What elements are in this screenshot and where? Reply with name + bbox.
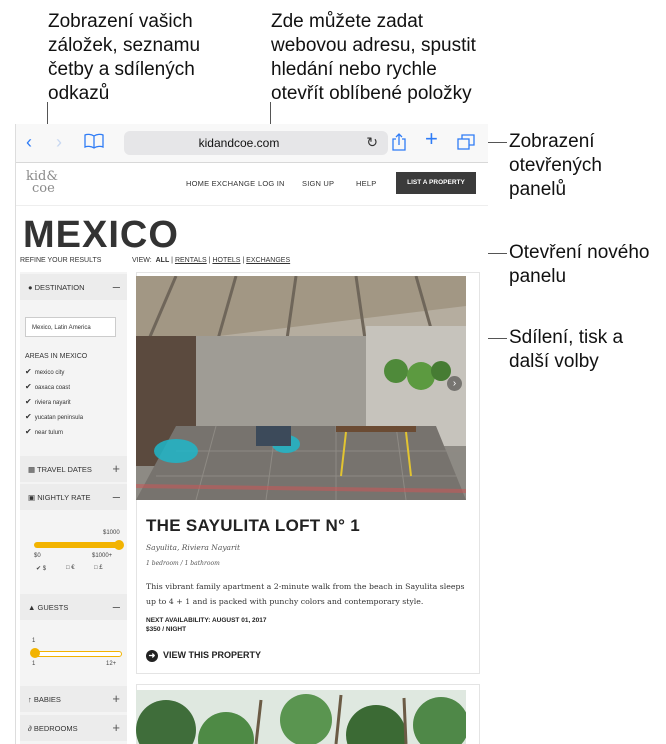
- share-icon[interactable]: [392, 133, 406, 155]
- view-filter: VIEW: ALL | RENTALS | HOTELS | EXCHANGES: [132, 257, 291, 264]
- area-item[interactable]: ✔ near tulum: [25, 427, 63, 436]
- checkmark-icon: ✔: [25, 367, 32, 376]
- page-title: MEXICO: [23, 214, 179, 256]
- rate-min: $0: [34, 553, 41, 559]
- bed-icon: ∂: [28, 724, 32, 733]
- view-exchanges[interactable]: EXCHANGES: [246, 257, 290, 264]
- collapse-icon[interactable]: –: [113, 599, 120, 614]
- chevron-left-icon[interactable]: ‹: [26, 132, 32, 152]
- collapse-icon[interactable]: –: [113, 279, 120, 294]
- money-icon: ▣: [28, 493, 36, 502]
- nav-home-exchange[interactable]: HOME EXCHANGE: [186, 179, 255, 188]
- area-item[interactable]: ✔ oaxaca coast: [25, 382, 70, 391]
- arrow-right-icon: ➜: [146, 650, 158, 662]
- callout-new-tab: Otevření nového panelu: [509, 242, 650, 287]
- site-header: kid& coe HOME EXCHANGE LOG IN SIGN UP HE…: [16, 163, 488, 206]
- view-rentals[interactable]: RENTALS: [175, 257, 207, 264]
- listing-availability: NEXT AVAILABILITY: AUGUST 01, 2017 $350 …: [146, 617, 267, 633]
- checkmark-icon: ✔: [25, 382, 32, 391]
- checkbox-icon: □: [94, 565, 98, 571]
- expand-icon[interactable]: +: [112, 461, 120, 476]
- checkbox-icon: □: [66, 565, 70, 571]
- collapse-icon[interactable]: –: [113, 489, 120, 504]
- destination-header[interactable]: ● DESTINATION –: [20, 274, 127, 300]
- refine-label: REFINE YOUR RESULTS: [20, 257, 102, 264]
- rate-slider-thumb[interactable]: [114, 540, 124, 550]
- checkmark-icon: ✔: [36, 566, 42, 572]
- nightly-rate-header[interactable]: ▣ NIGHTLY RATE –: [20, 484, 127, 510]
- currency-option[interactable]: □ €: [66, 565, 75, 571]
- travel-dates-header[interactable]: ▦ TRAVEL DATES +: [20, 456, 127, 482]
- person-icon: ▲: [28, 603, 36, 612]
- url-text: kidandcoe.com: [198, 136, 280, 150]
- browser-window: ‹ › kidandcoe.com ↻ + kid& coe HOME EXCH…: [15, 124, 488, 744]
- checkmark-icon: ✔: [25, 397, 32, 406]
- currency-option[interactable]: □ £: [94, 565, 103, 571]
- listing-photo-2[interactable]: [136, 690, 466, 744]
- baby-icon: ↑: [28, 695, 32, 704]
- view-hotels[interactable]: HOTELS: [212, 257, 240, 264]
- listing-beds: 1 bedroom / 1 bathroom: [146, 560, 220, 567]
- chevron-right-icon[interactable]: ›: [56, 132, 62, 152]
- guests-value: 1: [32, 638, 36, 644]
- next-photo-icon[interactable]: ›: [447, 376, 462, 391]
- reload-icon[interactable]: ↻: [366, 134, 378, 151]
- babies-header[interactable]: ↑ BABIES +: [20, 686, 127, 712]
- destination-input[interactable]: Mexico, Latin America: [25, 317, 116, 337]
- site-logo[interactable]: kid& coe: [26, 170, 58, 195]
- tabs-icon[interactable]: [457, 134, 475, 154]
- checkmark-icon: ✔: [25, 427, 32, 436]
- address-bar[interactable]: kidandcoe.com ↻: [124, 131, 388, 155]
- view-property-link[interactable]: ➜ VIEW THIS PROPERTY: [146, 650, 261, 662]
- currency-option[interactable]: ✔ $: [36, 565, 46, 572]
- checkmark-icon: ✔: [25, 412, 32, 421]
- view-all[interactable]: ALL: [156, 257, 170, 264]
- guests-max: 12+: [106, 661, 117, 667]
- rate-max: $1000+: [92, 553, 113, 559]
- areas-title: AREAS IN MEXICO: [25, 353, 88, 360]
- area-item[interactable]: ✔ riviera nayarit: [25, 397, 71, 406]
- callout-tabs: Zobrazení otevřených panelů: [509, 131, 602, 200]
- area-item[interactable]: ✔ yucatan peninsula: [25, 412, 83, 421]
- calendar-icon: ▦: [28, 465, 36, 474]
- guests-min: 1: [32, 661, 36, 667]
- guests-slider-track[interactable]: [34, 651, 122, 657]
- nav-log-in[interactable]: LOG IN: [258, 179, 285, 188]
- bedrooms-header[interactable]: ∂ BEDROOMS +: [20, 715, 127, 741]
- callout-address: Zde můžete zadat webovou adresu, spustit…: [271, 11, 476, 104]
- area-item[interactable]: ✔ mexico city: [25, 367, 64, 376]
- listing-description: This vibrant family apartment a 2-minute…: [146, 582, 465, 606]
- callout-share: Sdílení, tisk a další volby: [509, 327, 624, 372]
- listing-location: Sayulita, Riviera Nayarit: [146, 543, 241, 552]
- callout-bookmarks: Zobrazení vašich záložek, seznamu četby …: [48, 11, 201, 104]
- plus-icon[interactable]: +: [425, 128, 438, 150]
- guests-header[interactable]: ▲ GUESTS –: [20, 594, 127, 620]
- rate-slider-track[interactable]: [34, 542, 120, 548]
- list-property-button[interactable]: LIST A PROPERTY: [396, 172, 476, 194]
- guests-slider-thumb[interactable]: [30, 648, 40, 658]
- listing-photo[interactable]: [136, 276, 466, 500]
- nav-sign-up[interactable]: SIGN UP: [302, 179, 334, 188]
- location-icon: ●: [28, 283, 33, 292]
- nav-help[interactable]: HELP: [356, 179, 376, 188]
- browser-toolbar: ‹ › kidandcoe.com ↻ +: [16, 124, 488, 163]
- rate-max-label: $1000: [103, 530, 120, 536]
- expand-icon[interactable]: +: [112, 691, 120, 706]
- book-icon[interactable]: [84, 133, 104, 153]
- listing-title[interactable]: THE SAYULITA LOFT N° 1: [146, 516, 360, 536]
- expand-icon[interactable]: +: [112, 720, 120, 735]
